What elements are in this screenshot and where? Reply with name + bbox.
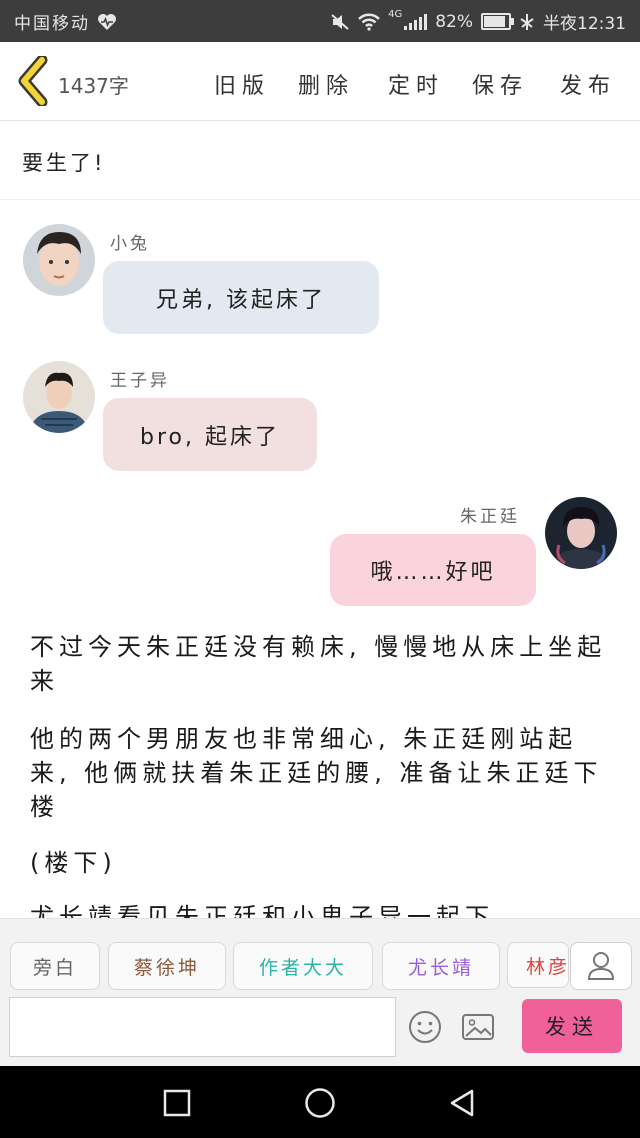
home-nav-icon[interactable] bbox=[302, 1085, 338, 1121]
clock: 半夜12:31 bbox=[543, 14, 626, 34]
chapter-title-row[interactable]: 要生了! bbox=[0, 121, 640, 200]
network-label: 4G bbox=[388, 9, 403, 20]
recent-apps-icon[interactable] bbox=[161, 1087, 193, 1119]
schedule-button[interactable]: 定时 bbox=[388, 68, 444, 100]
do-not-disturb-icon bbox=[520, 13, 534, 30]
message-bubble[interactable]: 哦……好吧 bbox=[330, 534, 536, 606]
add-role-button[interactable] bbox=[570, 942, 632, 990]
story-paragraph[interactable]: 不过今天朱正廷没有赖床, 慢慢地从床上坐起来 bbox=[30, 630, 615, 698]
image-icon[interactable] bbox=[458, 1007, 498, 1047]
story-paragraph[interactable]: 他的两个男朋友也非常细心, 朱正廷刚站起来, 他俩就扶着朱正廷的腰, 准备让朱正… bbox=[30, 722, 615, 824]
sender-name: 小兔 bbox=[110, 234, 150, 254]
status-right: 4G 82% 半夜12:31 bbox=[330, 9, 626, 34]
chapter-title: 要生了! bbox=[22, 151, 106, 175]
avatar-image bbox=[545, 497, 617, 569]
mute-icon bbox=[331, 13, 349, 30]
avatar-wangziyi[interactable] bbox=[23, 361, 95, 433]
status-bar: 中国移动 4G 82% 半夜12:31 bbox=[0, 0, 640, 42]
old-version-button[interactable]: 旧版 bbox=[214, 68, 270, 100]
carrier-label: 中国移动 bbox=[14, 14, 90, 34]
back-nav-icon[interactable] bbox=[446, 1087, 478, 1119]
role-chip-youzhangjing[interactable]: 尤长靖 bbox=[382, 942, 500, 990]
role-chip-linyanjun[interactable]: 林彦俊 bbox=[507, 942, 569, 988]
wifi-icon bbox=[358, 13, 380, 31]
message-bubble[interactable]: 兄弟, 该起床了 bbox=[103, 261, 379, 334]
system-nav-bar bbox=[0, 1066, 640, 1138]
send-button[interactable]: 发送 bbox=[522, 999, 622, 1053]
sender-name: 朱正廷 bbox=[460, 507, 520, 527]
signal-icon bbox=[404, 13, 428, 30]
delete-button[interactable]: 删除 bbox=[298, 68, 354, 100]
message-input[interactable] bbox=[9, 997, 396, 1057]
role-chip-author[interactable]: 作者大大 bbox=[233, 942, 373, 990]
emoji-icon[interactable] bbox=[405, 1007, 445, 1047]
avatar-image bbox=[23, 361, 95, 433]
status-left: 中国移动 bbox=[14, 9, 117, 34]
role-chip-narrator[interactable]: 旁白 bbox=[10, 942, 100, 990]
sender-name: 王子异 bbox=[110, 371, 170, 391]
battery-icon bbox=[481, 13, 514, 30]
publish-button[interactable]: 发布 bbox=[560, 68, 616, 100]
editor-toolbar: 1437字 旧版 删除 定时 保存 发布 bbox=[0, 42, 640, 121]
composer-panel: 旁白 蔡徐坤 作者大大 尤长靖 林彦俊 发送 bbox=[0, 918, 640, 1067]
message-bubble[interactable]: bro, 起床了 bbox=[103, 398, 317, 471]
battery-percent: 82% bbox=[435, 11, 473, 32]
heart-icon bbox=[98, 14, 117, 30]
avatar-xiaotu[interactable] bbox=[23, 224, 95, 296]
back-arrow-icon[interactable] bbox=[16, 56, 52, 106]
avatar-zhuzhengting[interactable] bbox=[545, 497, 617, 569]
role-chip-caixukun[interactable]: 蔡徐坤 bbox=[108, 942, 226, 990]
avatar-image bbox=[23, 224, 95, 296]
story-paragraph[interactable]: (楼下) bbox=[30, 846, 615, 880]
word-count: 1437字 bbox=[58, 74, 129, 98]
save-button[interactable]: 保存 bbox=[472, 68, 528, 100]
user-icon bbox=[587, 952, 615, 980]
